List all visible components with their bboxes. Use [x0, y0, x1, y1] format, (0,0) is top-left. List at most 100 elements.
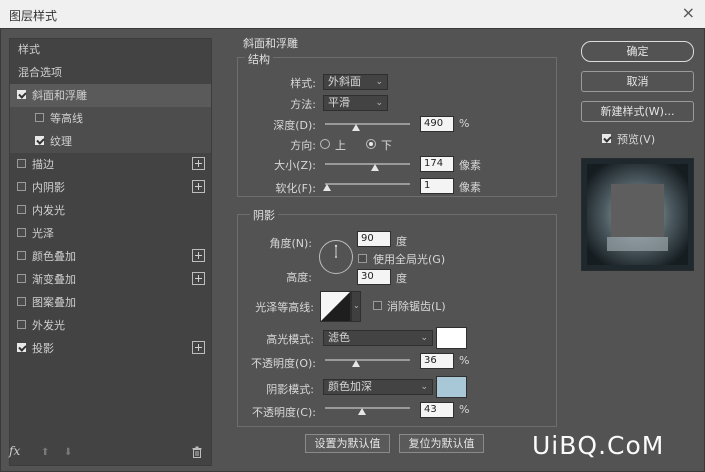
- preview-checkbox[interactable]: [602, 134, 611, 143]
- style-list-label: 图案叠加: [32, 296, 76, 309]
- style-list-item[interactable]: 等高线: [10, 107, 211, 130]
- style-checkbox[interactable]: [17, 90, 26, 99]
- style-list-label: 外发光: [32, 319, 65, 332]
- style-list-item[interactable]: 内发光: [10, 199, 211, 222]
- soften-slider-thumb[interactable]: [322, 184, 331, 191]
- trash-icon[interactable]: [192, 446, 202, 458]
- highlight-opacity-input[interactable]: 36: [420, 353, 454, 369]
- style-checkbox[interactable]: [17, 205, 26, 214]
- style-list-item[interactable]: 外发光: [10, 314, 211, 337]
- preview-label: 预览(V): [617, 133, 656, 146]
- angle-label: 角度(N):: [269, 237, 312, 250]
- altitude-label: 高度:: [286, 271, 312, 284]
- shadow-opacity-label: 不透明度(C):: [252, 406, 316, 419]
- direction-up-label: 上: [335, 139, 346, 152]
- close-icon[interactable]: ×: [682, 3, 695, 22]
- size-slider-thumb[interactable]: [371, 164, 380, 171]
- style-checkbox[interactable]: [17, 251, 26, 260]
- antialias-label: 消除锯齿(L): [387, 300, 446, 313]
- structure-title: 结构: [245, 51, 273, 67]
- title-bar: 图层样式 ×: [0, 0, 705, 28]
- soften-label: 软化(F):: [275, 182, 316, 195]
- new-style-button[interactable]: 新建样式(W)...: [581, 101, 694, 122]
- highlight-color-swatch[interactable]: [436, 327, 467, 349]
- angle-dial[interactable]: [318, 239, 354, 275]
- style-checkbox[interactable]: [17, 274, 26, 283]
- technique-dropdown[interactable]: 平滑 ⌄: [323, 95, 388, 111]
- gloss-contour-label: 光泽等高线:: [255, 301, 314, 314]
- section-title: 斜面和浮雕: [243, 37, 298, 50]
- depth-slider-thumb[interactable]: [351, 124, 360, 131]
- style-checkbox[interactable]: [17, 343, 26, 352]
- style-list-item[interactable]: 图案叠加: [10, 291, 211, 314]
- style-checkbox[interactable]: [17, 320, 26, 329]
- altitude-input[interactable]: 30: [357, 269, 391, 285]
- ok-button[interactable]: 确定: [581, 41, 694, 62]
- styles-list: 样式混合选项斜面和浮雕 等高线 纹理 描边内阴影内发光 光泽 颜色叠加 渐变叠加图案叠加外发…: [9, 38, 212, 466]
- shadow-opacity-slider[interactable]: [325, 407, 410, 409]
- shadow-color-swatch[interactable]: [436, 376, 467, 398]
- angle-input[interactable]: 90: [357, 231, 391, 247]
- style-list-item[interactable]: 描边: [10, 153, 211, 176]
- shadow-opacity-unit: %: [459, 403, 470, 416]
- highlight-mode-dropdown[interactable]: 滤色 ⌄: [323, 330, 433, 346]
- shadow-opacity-input[interactable]: 43: [420, 402, 454, 418]
- style-list-label: 投影: [32, 342, 54, 355]
- add-effect-icon[interactable]: [192, 180, 205, 193]
- highlight-opacity-slider[interactable]: [325, 359, 410, 361]
- depth-input[interactable]: 490: [420, 116, 454, 132]
- style-checkbox[interactable]: [35, 113, 44, 122]
- style-checkbox[interactable]: [35, 136, 44, 145]
- soften-input[interactable]: 1: [420, 178, 454, 194]
- style-list-item[interactable]: 内阴影: [10, 176, 211, 199]
- add-effect-icon[interactable]: [192, 157, 205, 170]
- style-list-item[interactable]: 斜面和浮雕: [10, 84, 211, 107]
- style-checkbox[interactable]: [17, 159, 26, 168]
- size-input[interactable]: 174: [420, 156, 454, 172]
- style-list-item[interactable]: 投影: [10, 337, 211, 360]
- style-dropdown[interactable]: 外斜面 ⌄: [323, 74, 388, 90]
- reset-default-button[interactable]: 复位为默认值: [399, 434, 484, 453]
- style-list-item[interactable]: 纹理: [10, 130, 211, 153]
- shadow-opacity-thumb[interactable]: [357, 408, 366, 415]
- highlight-opacity-thumb[interactable]: [351, 360, 360, 367]
- style-list-label: 内阴影: [32, 181, 65, 194]
- highlight-opacity-label: 不透明度(O):: [251, 357, 316, 370]
- style-list-item[interactable]: 混合选项: [10, 61, 211, 84]
- add-effect-icon[interactable]: [192, 341, 205, 354]
- style-list-item[interactable]: 渐变叠加: [10, 268, 211, 291]
- size-slider[interactable]: [325, 163, 410, 165]
- style-checkbox[interactable]: [17, 182, 26, 191]
- cancel-button[interactable]: 取消: [581, 71, 694, 92]
- soften-slider[interactable]: [325, 183, 410, 185]
- shadow-mode-label: 阴影模式:: [266, 383, 314, 396]
- move-down-icon[interactable]: ⬇: [64, 447, 72, 458]
- style-list-item[interactable]: 颜色叠加: [10, 245, 211, 268]
- soften-unit: 像素: [459, 181, 481, 194]
- style-checkbox[interactable]: [17, 228, 26, 237]
- style-list-item[interactable]: 光泽: [10, 222, 211, 245]
- gloss-contour-swatch[interactable]: [320, 291, 351, 322]
- add-effect-icon[interactable]: [192, 249, 205, 262]
- gloss-contour-dropdown[interactable]: ⌄: [351, 291, 361, 322]
- add-effect-icon[interactable]: [192, 272, 205, 285]
- make-default-button[interactable]: 设置为默认值: [305, 434, 390, 453]
- antialias-checkbox[interactable]: [373, 301, 382, 310]
- fx-icon[interactable]: fx: [9, 444, 20, 458]
- direction-down-radio[interactable]: [366, 139, 376, 149]
- technique-label: 方法:: [290, 98, 316, 111]
- direction-label: 方向:: [290, 139, 316, 152]
- depth-slider[interactable]: [325, 123, 410, 125]
- style-list-label: 混合选项: [18, 66, 62, 79]
- style-list-label: 样式: [18, 43, 40, 56]
- style-list-item[interactable]: 样式: [10, 38, 211, 61]
- global-light-checkbox[interactable]: [358, 254, 367, 263]
- depth-unit: %: [459, 117, 470, 130]
- style-label: 样式:: [290, 77, 316, 90]
- shadow-mode-dropdown[interactable]: 颜色加深 ⌄: [323, 379, 433, 395]
- direction-up-radio[interactable]: [320, 139, 330, 149]
- style-checkbox[interactable]: [17, 297, 26, 306]
- global-light-label: 使用全局光(G): [373, 253, 446, 266]
- highlight-mode-label: 高光模式:: [266, 333, 314, 346]
- move-up-icon[interactable]: ⬆: [41, 447, 49, 458]
